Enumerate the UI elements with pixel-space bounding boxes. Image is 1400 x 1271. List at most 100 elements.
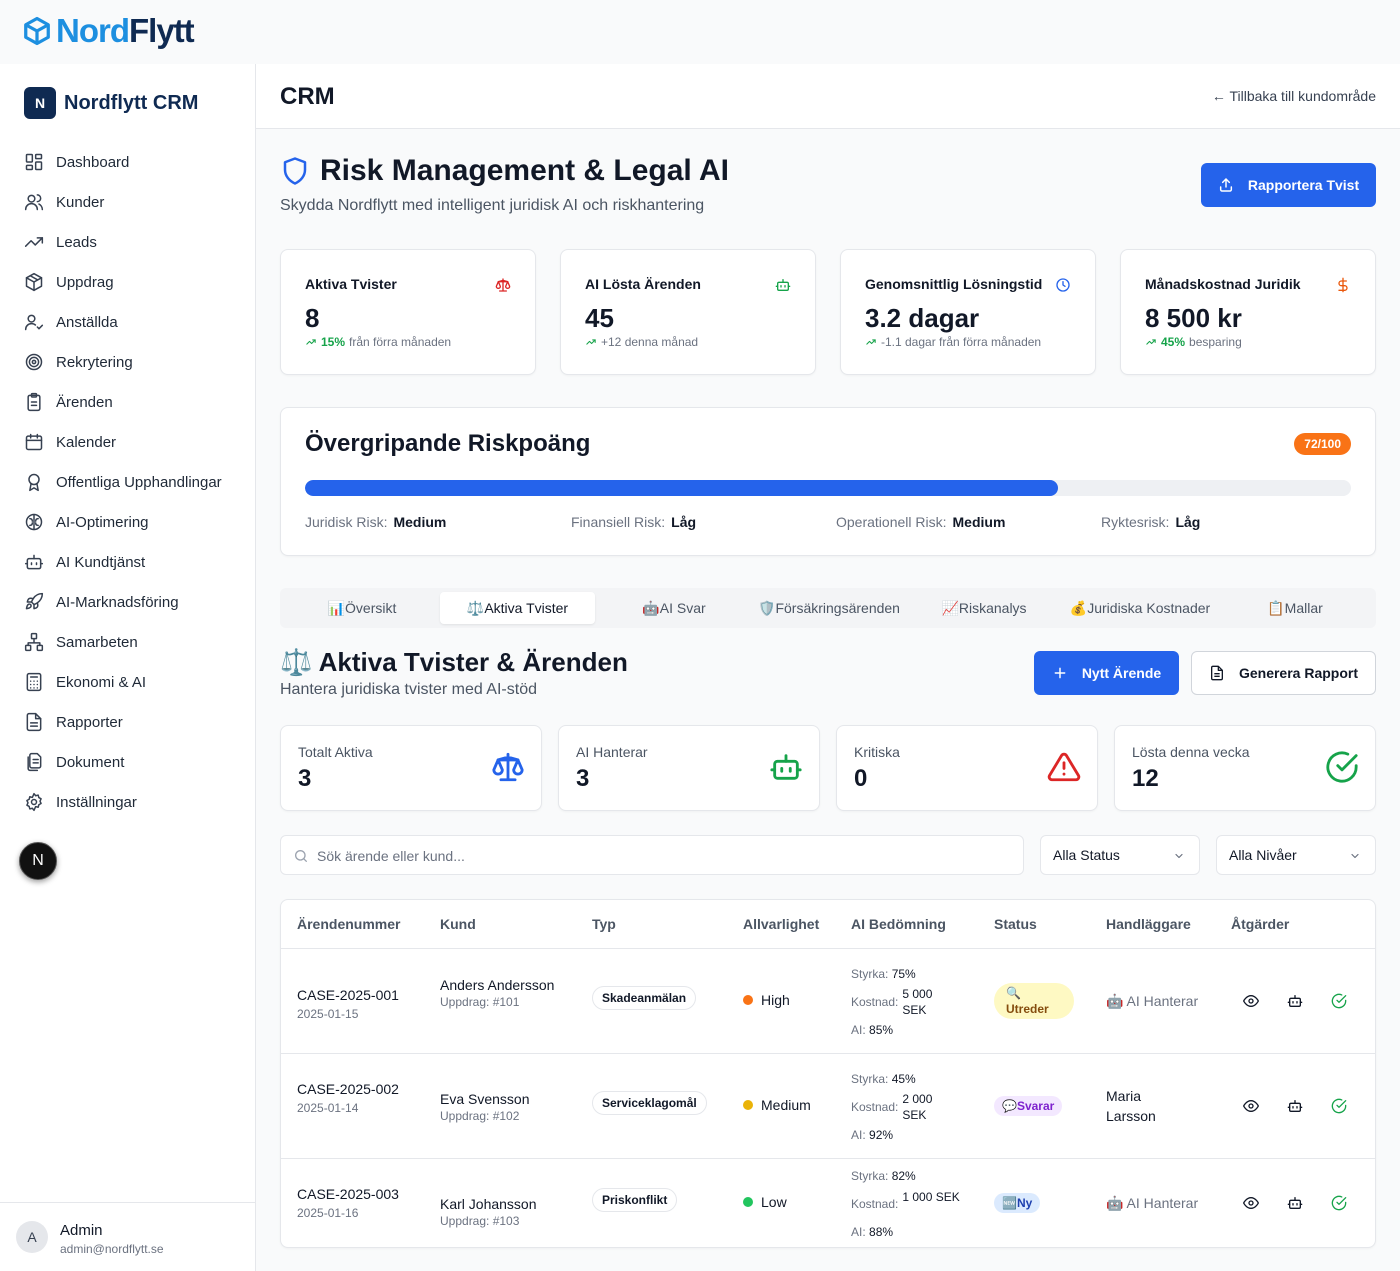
- brand-logo: N: [24, 87, 56, 119]
- sidebar-item-label: AI-Marknadsföring: [56, 593, 179, 611]
- nordflytt-logo[interactable]: Nord Flytt: [22, 12, 195, 50]
- row-actions: [1243, 1195, 1347, 1211]
- back-link[interactable]: ← Tillbaka till kundområde: [1212, 88, 1376, 104]
- case-id[interactable]: CASE-2025-001: [297, 985, 417, 1005]
- search-input[interactable]: [317, 845, 1007, 867]
- eye-icon[interactable]: [1243, 1098, 1259, 1114]
- table-header: AI Bedömning: [851, 916, 946, 932]
- table-header: Kund: [440, 916, 476, 932]
- bot-icon[interactable]: [1287, 1195, 1303, 1211]
- trending-up-icon: [24, 232, 44, 252]
- users-icon: [24, 192, 44, 212]
- tab-2[interactable]: 🤖AI Svar: [596, 592, 752, 624]
- severity-dot: [743, 995, 753, 1005]
- user-profile[interactable]: A Admin admin@nordflytt.se: [0, 1202, 255, 1271]
- dollar-icon: [1335, 277, 1351, 293]
- cases-table: Ärendenummer Kund Typ Allvarlighet AI Bedömn…: [280, 899, 1376, 1248]
- sidebar-item-6[interactable]: Ärenden: [24, 382, 244, 422]
- avatar: A: [16, 1221, 48, 1253]
- trend-icon: [865, 337, 877, 347]
- clipboard-icon: [24, 392, 44, 412]
- new-case-button[interactable]: Nytt Ärende: [1034, 651, 1179, 695]
- report-dispute-label: Rapportera Tvist: [1247, 177, 1360, 193]
- sidebar-item-12[interactable]: Samarbeten: [24, 622, 244, 662]
- file-text-icon: [1209, 665, 1225, 681]
- case-id[interactable]: CASE-2025-002: [297, 1079, 417, 1099]
- sidebar-item-1[interactable]: Kunder: [24, 182, 244, 222]
- sidebar-item-3[interactable]: Uppdrag: [24, 262, 244, 302]
- customer-job: Uppdrag: #102: [440, 1109, 520, 1123]
- sidebar-item-2[interactable]: Leads: [24, 222, 244, 262]
- sidebar-item-15[interactable]: Dokument: [24, 742, 244, 782]
- sidebar-item-11[interactable]: AI-Marknadsföring: [24, 582, 244, 622]
- ai-assessment: Styrka: 75% Kostnad: 5 000 SEK AI: 85%: [851, 965, 976, 1040]
- generate-report-label: Generera Rapport: [1238, 665, 1359, 681]
- table-row[interactable]: CASE-2025-001 2025-01-15 Anders Andersson U…: [281, 949, 1375, 1053]
- table-row[interactable]: CASE-2025-002 2025-01-14 Eva Svensson Uppdr…: [281, 1053, 1375, 1158]
- ai-strength-label: Styrka:: [851, 1169, 889, 1183]
- sidebar-item-4[interactable]: Anställda: [24, 302, 244, 342]
- shield-icon: [280, 155, 310, 187]
- sidebar-item-14[interactable]: Rapporter: [24, 702, 244, 742]
- sidebar-item-label: AI-Optimering: [56, 513, 149, 531]
- sidebar-item-label: Dashboard: [56, 153, 130, 171]
- bot-icon[interactable]: [1287, 993, 1303, 1009]
- tab-3[interactable]: 🛡️Försäkringsärenden: [751, 592, 907, 624]
- generate-report-button[interactable]: Generera Rapport: [1191, 651, 1376, 695]
- section-title: ⚖️ Aktiva Tvister & Ärenden: [280, 647, 628, 677]
- case-stat-card: Totalt Aktiva 3: [280, 725, 542, 811]
- top-bar: Nord Flytt: [0, 0, 1400, 64]
- tab-bar: 📊Översikt ⚖️Aktiva Tvister 🤖AI Svar 🛡️Försä…: [280, 588, 1376, 628]
- eye-icon[interactable]: [1243, 993, 1259, 1009]
- sidebar-item-label: Dokument: [56, 753, 125, 771]
- risk-item: Juridisk Risk: Medium: [305, 514, 446, 530]
- upload-icon: [1218, 177, 1234, 193]
- dev-indicator-button[interactable]: N: [19, 842, 57, 880]
- brand-name: Nordflytt CRM: [64, 91, 199, 114]
- check-circle-icon[interactable]: [1331, 1098, 1347, 1114]
- tab-5[interactable]: 💰Juridiska Kostnader: [1062, 592, 1218, 624]
- eye-icon[interactable]: [1243, 1195, 1259, 1211]
- sidebar-item-label: Samarbeten: [56, 633, 138, 651]
- search-box[interactable]: [280, 835, 1024, 875]
- section-subtitle: Hantera juridiska tvister med AI-stöd: [280, 681, 537, 698]
- status-filter-select[interactable]: Alla Status: [1040, 835, 1200, 875]
- status-badge: 🔍 Utreder: [994, 983, 1074, 1019]
- trend-icon: [585, 337, 597, 347]
- sidebar-item-9[interactable]: AI-Optimering: [24, 502, 244, 542]
- sidebar-item-16[interactable]: Inställningar: [24, 782, 244, 822]
- sidebar-item-7[interactable]: Kalender: [24, 422, 244, 462]
- tab-4[interactable]: 📈Riskanalys: [906, 592, 1062, 624]
- bot-icon: [769, 750, 803, 784]
- bot-icon[interactable]: [1287, 1098, 1303, 1114]
- status-badge: 🆕Ny: [994, 1193, 1041, 1213]
- risk-item-value: Låg: [1175, 514, 1201, 530]
- sidebar-item-8[interactable]: Offentliga Upphandlingar: [24, 462, 244, 502]
- stat-label: Aktiva Tvister: [305, 276, 397, 292]
- level-filter-select[interactable]: Alla Nivåer: [1216, 835, 1376, 875]
- case-id[interactable]: CASE-2025-003: [297, 1184, 417, 1204]
- tab-0[interactable]: 📊Översikt: [284, 592, 440, 624]
- sidebar-item-0[interactable]: Dashboard: [24, 142, 244, 182]
- table-row[interactable]: CASE-2025-003 2025-01-16 Karl Johansson Upp…: [281, 1158, 1375, 1248]
- row-actions: [1243, 1098, 1347, 1114]
- sidebar-item-13[interactable]: Ekonomi & AI: [24, 662, 244, 702]
- customer-job: Uppdrag: #101: [440, 995, 520, 1009]
- status-filter-value: Alla Status: [1053, 847, 1120, 863]
- main-content: CRM ← Tillbaka till kundområde Risk Mana…: [256, 64, 1400, 1271]
- tab-1[interactable]: ⚖️Aktiva Tvister: [440, 592, 595, 624]
- severity-label: High: [761, 992, 790, 1008]
- check-circle-icon[interactable]: [1331, 993, 1347, 1009]
- target-icon: [24, 352, 44, 372]
- sidebar-brand[interactable]: N Nordflytt CRM: [24, 87, 198, 119]
- ai-confidence-label: AI:: [851, 1127, 866, 1142]
- customer-name: Eva Svensson: [440, 1091, 530, 1107]
- sidebar-item-5[interactable]: Rekrytering: [24, 342, 244, 382]
- check-circle-icon[interactable]: [1331, 1195, 1347, 1211]
- tab-6[interactable]: 📋Mallar: [1218, 592, 1372, 624]
- sidebar-item-label: Rapporter: [56, 713, 123, 731]
- sidebar-item-10[interactable]: AI Kundtjänst: [24, 542, 244, 582]
- report-dispute-button[interactable]: Rapportera Tvist: [1201, 163, 1376, 207]
- bot-icon: [775, 277, 791, 293]
- page-title: Risk Management & Legal AI: [280, 154, 729, 188]
